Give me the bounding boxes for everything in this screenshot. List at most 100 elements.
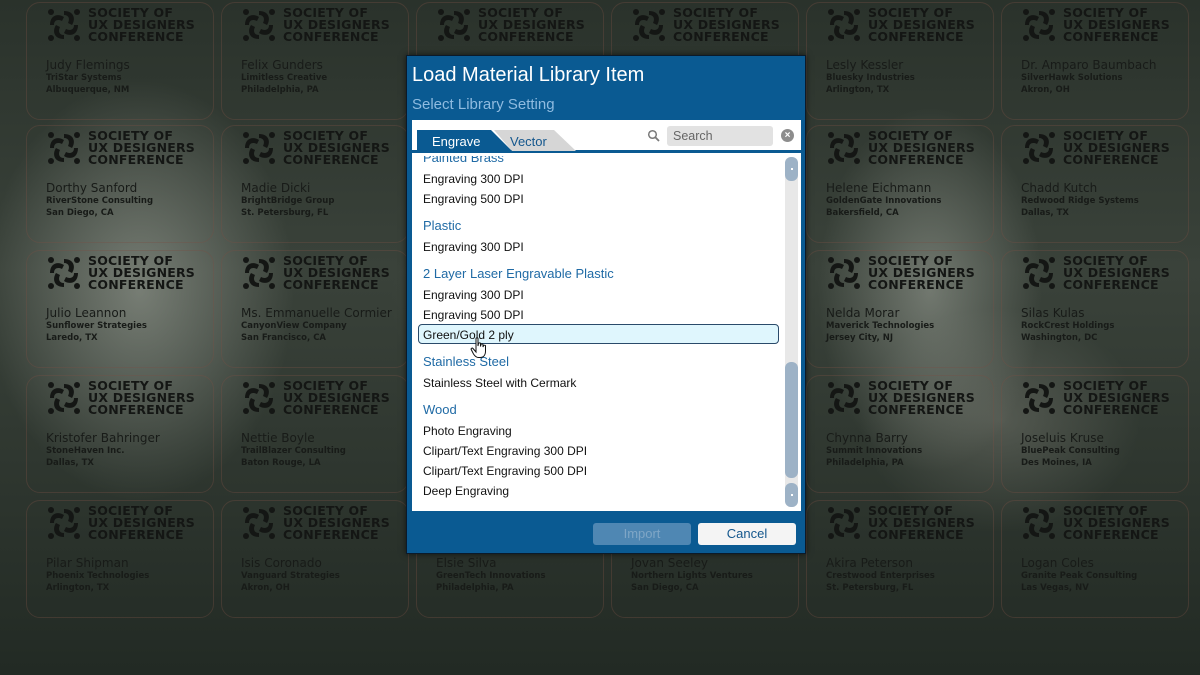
name-badge: SOCIETY OF UX DESIGNERS CONFERENCE Madie Di… (221, 125, 409, 243)
library-setting-item[interactable]: Deep Engraving (418, 480, 779, 500)
logo-text-line: CONFERENCE (283, 402, 379, 417)
search-input[interactable] (667, 126, 773, 146)
logo-text-line: CONFERENCE (1063, 527, 1159, 542)
logo-text: SOCIETY OFUX DESIGNERSCONFERENCE (1063, 6, 1170, 43)
logo-text: SOCIETY OFUX DESIGNERSCONFERENCE (88, 254, 195, 291)
name-badge: SOCIETY OF UX DESIGNERS CONFERENCE Dorthy S… (26, 125, 214, 243)
logo-text: SOCIETY OFUX DESIGNERSCONFERENCE (868, 379, 975, 416)
logo-text: SOCIETY OFUX DESIGNERSCONFERENCE (868, 254, 975, 291)
material-group-title: Plastic (423, 218, 462, 233)
scroll-thumb[interactable] (785, 362, 798, 478)
logo-text: SOCIETY OFUX DESIGNERSCONFERENCE (88, 129, 195, 167)
knot-logo-icon (826, 505, 862, 541)
conference-logo: SOCIETY OFUX DESIGNERSCONFERENCE (1021, 254, 1170, 292)
badge-city: Las Vegas, NV (1021, 583, 1089, 593)
library-setting-item[interactable]: Engraving 300 DPI (418, 284, 779, 304)
knot-logo-icon (1021, 130, 1057, 166)
badge-name: Silas Kulas (1021, 306, 1085, 320)
badge-company: Vanguard Strategies (241, 571, 340, 581)
conference-logo: SOCIETY OFUX DESIGNERSCONFERENCE (241, 129, 390, 167)
knot-logo-icon (241, 7, 277, 43)
material-group-title: Stainless Steel (423, 354, 509, 369)
knot-logo-icon (46, 505, 82, 541)
badge-company: Bluesky Industries (826, 73, 915, 83)
badge-city: Philadelphia, PA (436, 583, 514, 593)
badge-company: StoneHaven Inc. (46, 446, 125, 456)
badge-company: BrightBridge Group (241, 196, 335, 206)
name-badge: SOCIETY OF UX DESIGNERS CONFERENCE Judy Fle… (26, 2, 214, 120)
badge-city: Albuquerque, NM (46, 85, 130, 95)
logo-text: SOCIETY OFUX DESIGNERSCONFERENCE (283, 379, 390, 417)
logo-text: SOCIETY OFUX DESIGNERSCONFERENCE (283, 504, 390, 541)
logo-text: SOCIETY OFUX DESIGNERSCONFERENCE (868, 6, 975, 43)
logo-text-line: CONFERENCE (1063, 277, 1159, 292)
logo-text-line: CONFERENCE (88, 152, 184, 167)
conference-logo: SOCIETY OFUX DESIGNERSCONFERENCE (241, 254, 390, 291)
badge-city: Laredo, TX (46, 333, 98, 343)
library-setting-item[interactable]: Engraving 500 DPI (418, 188, 779, 208)
library-setting-item[interactable]: Clipart/Text Engraving 300 DPI (418, 440, 779, 460)
badge-name: Nelda Morar (826, 306, 900, 320)
library-setting-item[interactable]: Engraving 500 DPI (418, 304, 779, 324)
badge-company: Maverick Technologies (826, 321, 935, 331)
logo-text-line: CONFERENCE (478, 29, 574, 44)
name-badge: SOCIETY OF UX DESIGNERS CONFERENCE Julio Le… (26, 250, 214, 368)
badge-city: Jersey City, NJ (826, 333, 894, 343)
library-setting-item[interactable]: Clipart/Text Engraving 500 DPI (418, 460, 779, 480)
logo-text: SOCIETY OFUX DESIGNERSCONFERENCE (283, 129, 390, 167)
library-panel: Vector Engrave × Painted Brass Engraving … (412, 120, 801, 511)
library-list: Painted Brass Engraving 300 DPI Engraving … (412, 156, 782, 508)
library-setting-item[interactable]: Photo Engraving (418, 420, 779, 440)
badge-company: Sunflower Strategies (46, 321, 147, 331)
scroll-up-button[interactable] (785, 157, 798, 181)
knot-logo-icon (1021, 380, 1057, 416)
conference-logo: SOCIETY OFUX DESIGNERSCONFERENCE (241, 379, 390, 417)
clear-search-icon[interactable]: × (781, 129, 794, 142)
library-setting-item[interactable]: Stainless Steel with Cermark (418, 372, 779, 392)
name-badge: SOCIETY OF UX DESIGNERS CONFERENCE Joseluis… (1001, 375, 1189, 493)
badge-city: San Diego, CA (631, 583, 699, 593)
knot-logo-icon (1021, 505, 1057, 541)
knot-logo-icon (436, 7, 472, 43)
conference-logo: SOCIETY OFUX DESIGNERSCONFERENCE (1021, 6, 1170, 43)
badge-name: Lesly Kessler (826, 58, 904, 72)
list-scrollbar[interactable] (785, 157, 798, 507)
scroll-down-button[interactable] (785, 483, 798, 507)
badge-city: San Francisco, CA (241, 333, 327, 343)
name-badge: SOCIETY OF UX DESIGNERS CONFERENCE Isis Cor… (221, 500, 409, 618)
badge-city: Philadelphia, PA (826, 458, 904, 468)
badge-name: Felix Gunders (241, 58, 323, 72)
badge-city: Baton Rouge, LA (241, 458, 321, 468)
badge-name: Ms. Emmanuelle Cormier (241, 306, 392, 320)
name-badge: SOCIETY OF UX DESIGNERS CONFERENCE Silas Ku… (1001, 250, 1189, 368)
badge-company: TriStar Systems (46, 73, 122, 83)
badge-name: Joseluis Kruse (1021, 431, 1104, 445)
logo-text-line: CONFERENCE (283, 152, 379, 167)
logo-text: SOCIETY OFUX DESIGNERSCONFERENCE (283, 6, 390, 43)
logo-text: SOCIETY OFUX DESIGNERSCONFERENCE (88, 504, 195, 541)
badge-name: Chynna Barry (826, 431, 908, 445)
badge-city: Arlington, TX (826, 85, 890, 95)
knot-logo-icon (241, 255, 277, 291)
material-group-title: Painted Brass (423, 156, 504, 165)
badge-name: Nettie Boyle (241, 431, 315, 445)
name-badge: SOCIETY OF UX DESIGNERS CONFERENCE Pilar Sh… (26, 500, 214, 618)
logo-text: SOCIETY OFUX DESIGNERSCONFERENCE (1063, 504, 1170, 542)
badge-company: CanyonView Company (241, 321, 347, 331)
badge-company: Phoenix Technologies (46, 571, 150, 581)
library-setting-item[interactable]: Engraving 300 DPI (418, 236, 779, 256)
badge-name: Akira Peterson (826, 556, 914, 570)
logo-text-line: CONFERENCE (88, 402, 184, 417)
badge-city: Bakersfield, CA (826, 208, 899, 218)
logo-text: SOCIETY OFUX DESIGNERSCONFERENCE (478, 6, 585, 44)
conference-logo: SOCIETY OFUX DESIGNERSCONFERENCE (826, 254, 975, 291)
cancel-button[interactable]: Cancel (698, 523, 796, 545)
library-setting-item[interactable]: Engraving 300 DPI (418, 168, 779, 188)
import-button[interactable]: Import (593, 523, 691, 545)
badge-city: Washington, DC (1021, 333, 1098, 343)
name-badge: SOCIETY OF UX DESIGNERS CONFERENCE Nettie B… (221, 375, 409, 493)
name-badge: SOCIETY OF UX DESIGNERS CONFERENCE Helene E… (806, 125, 994, 243)
conference-logo: SOCIETY OFUX DESIGNERSCONFERENCE (46, 6, 195, 43)
badge-company: RockCrest Holdings (1021, 321, 1115, 331)
conference-logo: SOCIETY OFUX DESIGNERSCONFERENCE (46, 379, 195, 417)
